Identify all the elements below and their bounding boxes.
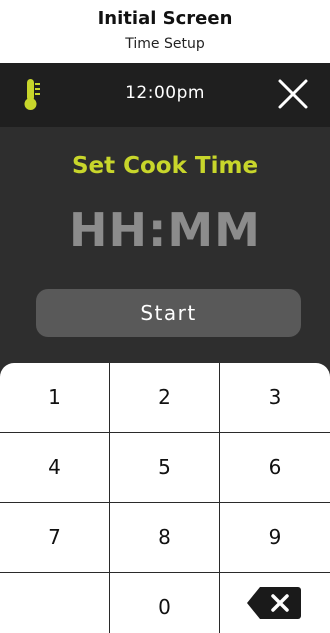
close-icon[interactable] (276, 77, 310, 111)
key-1[interactable]: 1 (0, 363, 110, 433)
set-cook-time-heading: Set Cook Time (71, 153, 259, 179)
key-6[interactable]: 6 (220, 433, 330, 503)
key-3[interactable]: 3 (220, 363, 330, 433)
key-5[interactable]: 5 (110, 433, 220, 503)
key-9[interactable]: 9 (220, 503, 330, 573)
numeric-keypad: 1 2 3 4 5 6 7 8 9 0 (0, 363, 330, 633)
top-bar: 12:00pm (0, 63, 330, 127)
key-0[interactable]: 0 (110, 573, 220, 633)
device-screen: 12:00pm Set Cook Time HH:MM Start 1 2 3 … (0, 63, 330, 633)
start-button[interactable]: Start (36, 289, 301, 337)
key-2[interactable]: 2 (110, 363, 220, 433)
time-display: HH:MM (69, 203, 261, 257)
caption-title: Initial Screen (97, 8, 233, 29)
key-7[interactable]: 7 (0, 503, 110, 573)
key-blank (0, 573, 110, 633)
key-4[interactable]: 4 (0, 433, 110, 503)
caption-subtitle: Time Setup (125, 36, 205, 52)
backspace-icon[interactable] (246, 585, 302, 621)
key-8[interactable]: 8 (110, 503, 220, 573)
